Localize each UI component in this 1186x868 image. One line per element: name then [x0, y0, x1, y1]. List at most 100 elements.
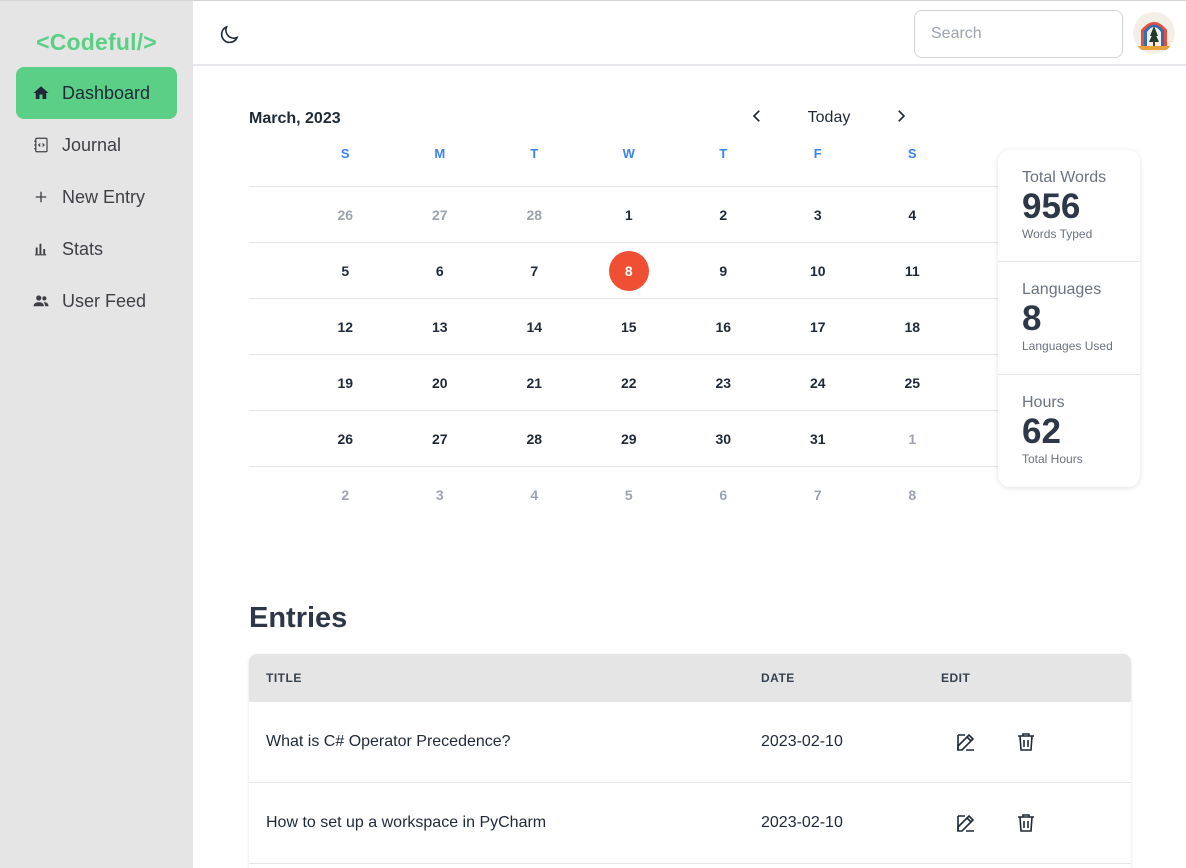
calendar-week-row: 26 27 28 1 2 3 4	[249, 186, 1006, 242]
calendar-day[interactable]: 20	[420, 363, 460, 403]
entries-table: TITLE DATE EDIT What is C# Operator Prec…	[249, 654, 1131, 868]
calendar-today-button[interactable]: Today	[790, 106, 868, 130]
calendar-day[interactable]: 18	[892, 307, 932, 347]
weekday-label: T	[719, 146, 728, 161]
home-icon	[32, 84, 50, 102]
calendar-week-row: 2 3 4 5 6 7 8	[249, 466, 1006, 522]
calendar-day-cell: 27	[393, 195, 488, 235]
calendar-day[interactable]: 25	[892, 363, 932, 403]
calendar-day-cell: 19	[298, 363, 393, 403]
calendar-day[interactable]: 27	[420, 419, 460, 459]
calendar-day[interactable]: 28	[514, 195, 554, 235]
calendar-day[interactable]: 15	[609, 307, 649, 347]
calendar-day-cell: 26	[298, 419, 393, 459]
calendar-day[interactable]: 2	[703, 195, 743, 235]
calendar-day-today[interactable]: 8	[608, 250, 649, 291]
entry-title[interactable]: How to set up a workspace in PyCharm	[266, 814, 546, 832]
calendar-day[interactable]: 11	[892, 251, 932, 291]
stats-card: Total Words 956 Words Typed Languages 8 …	[998, 150, 1140, 487]
edit-icon[interactable]	[954, 730, 978, 754]
entry-title[interactable]: What is C# Operator Precedence?	[266, 733, 511, 751]
calendar-day[interactable]: 9	[703, 251, 743, 291]
weekday-label: T	[530, 146, 539, 161]
calendar-day[interactable]: 29	[609, 419, 649, 459]
calendar-day[interactable]: 5	[609, 475, 649, 515]
calendar-day[interactable]: 1	[892, 419, 932, 459]
weekday-label: M	[434, 146, 446, 161]
calendar-day[interactable]: 31	[798, 419, 838, 459]
users-icon	[32, 292, 50, 310]
calendar-month-label: March, 2023	[249, 110, 341, 127]
calendar-day[interactable]: 27	[420, 195, 460, 235]
column-header-title: TITLE	[266, 671, 302, 685]
calendar-day[interactable]: 4	[892, 195, 932, 235]
app-root: <Codeful/> Dashboard Journal New Entry S…	[0, 0, 1186, 868]
calendar-next-button[interactable]	[892, 106, 912, 130]
moon-icon[interactable]	[217, 23, 241, 47]
calendar-day[interactable]: 2	[325, 475, 365, 515]
calendar-day[interactable]: 22	[609, 363, 649, 403]
calendar-day-cell: 29	[582, 419, 677, 459]
stat-description: Languages Used	[1022, 339, 1113, 354]
column-header-date: DATE	[761, 671, 795, 685]
stat-description: Words Typed	[1022, 227, 1093, 241]
calendar-day-cell: 4	[865, 195, 960, 235]
search-input[interactable]	[914, 10, 1123, 58]
stat-value: 8	[1022, 299, 1042, 339]
calendar-day-cell: 20	[393, 363, 488, 403]
chevron-right-icon	[892, 107, 910, 130]
sidebar-item-journal[interactable]: Journal	[16, 119, 177, 171]
entry-date: 2023-02-10	[761, 733, 843, 750]
calendar-day[interactable]: 13	[420, 307, 460, 347]
trash-icon[interactable]	[1014, 811, 1038, 835]
calendar-day[interactable]: 30	[703, 419, 743, 459]
calendar-day[interactable]: 16	[703, 307, 743, 347]
calendar-prev-button[interactable]	[748, 106, 768, 130]
journal-code-icon	[32, 136, 50, 154]
entry-date: 2023-02-10	[761, 814, 843, 831]
calendar-day[interactable]: 28	[514, 419, 554, 459]
calendar-day-cell: 7	[771, 475, 866, 515]
user-avatar[interactable]	[1133, 12, 1175, 54]
calendar-day[interactable]: 19	[325, 363, 365, 403]
calendar-day[interactable]: 5	[325, 251, 365, 291]
calendar-day[interactable]: 7	[514, 251, 554, 291]
calendar-day[interactable]: 14	[514, 307, 554, 347]
calendar-day-cell: 18	[865, 307, 960, 347]
calendar-day[interactable]: 17	[798, 307, 838, 347]
calendar-day[interactable]: 8	[892, 475, 932, 515]
sidebar-item-label: Stats	[62, 238, 104, 259]
calendar-day[interactable]: 12	[325, 307, 365, 347]
calendar-day[interactable]: 3	[798, 195, 838, 235]
calendar-day-cell: 5	[298, 251, 393, 291]
calendar-day-cell: 25	[865, 363, 960, 403]
sidebar-item-new-entry[interactable]: New Entry	[16, 171, 177, 223]
table-row[interactable]: How to set up a workspace in PyCharm 202…	[249, 783, 1131, 864]
calendar-day[interactable]: 21	[514, 363, 554, 403]
calendar-day[interactable]: 4	[514, 475, 554, 515]
calendar-day[interactable]: 7	[798, 475, 838, 515]
stat-title: Languages	[1022, 281, 1102, 299]
calendar-day[interactable]: 3	[420, 475, 460, 515]
edit-icon[interactable]	[954, 811, 978, 835]
calendar-day[interactable]: 1	[609, 195, 649, 235]
calendar-day[interactable]: 24	[798, 363, 838, 403]
trash-icon[interactable]	[1014, 730, 1038, 754]
calendar-day-cell: 8	[582, 250, 677, 291]
stat-description: Total Hours	[1022, 451, 1083, 466]
calendar-day[interactable]: 23	[703, 363, 743, 403]
calendar-day[interactable]: 10	[798, 251, 838, 291]
sidebar-item-user-feed[interactable]: User Feed	[16, 275, 177, 327]
table-row[interactable]: What is C# Operator Precedence? 2023-02-…	[249, 702, 1131, 783]
calendar-day[interactable]: 6	[420, 251, 460, 291]
sidebar-item-stats[interactable]: Stats	[16, 223, 177, 275]
calendar-day[interactable]: 26	[325, 419, 365, 459]
calendar-day[interactable]: 26	[325, 195, 365, 235]
sidebar-item-dashboard[interactable]: Dashboard	[16, 67, 177, 119]
calendar-day-cell: 24	[771, 363, 866, 403]
calendar-day[interactable]: 6	[703, 475, 743, 515]
sidebar: <Codeful/> Dashboard Journal New Entry S…	[0, 0, 193, 868]
calendar-day-cell: 9	[676, 251, 771, 291]
stat-title: Hours	[1022, 393, 1065, 411]
app-logo[interactable]: <Codeful/>	[0, 29, 193, 56]
